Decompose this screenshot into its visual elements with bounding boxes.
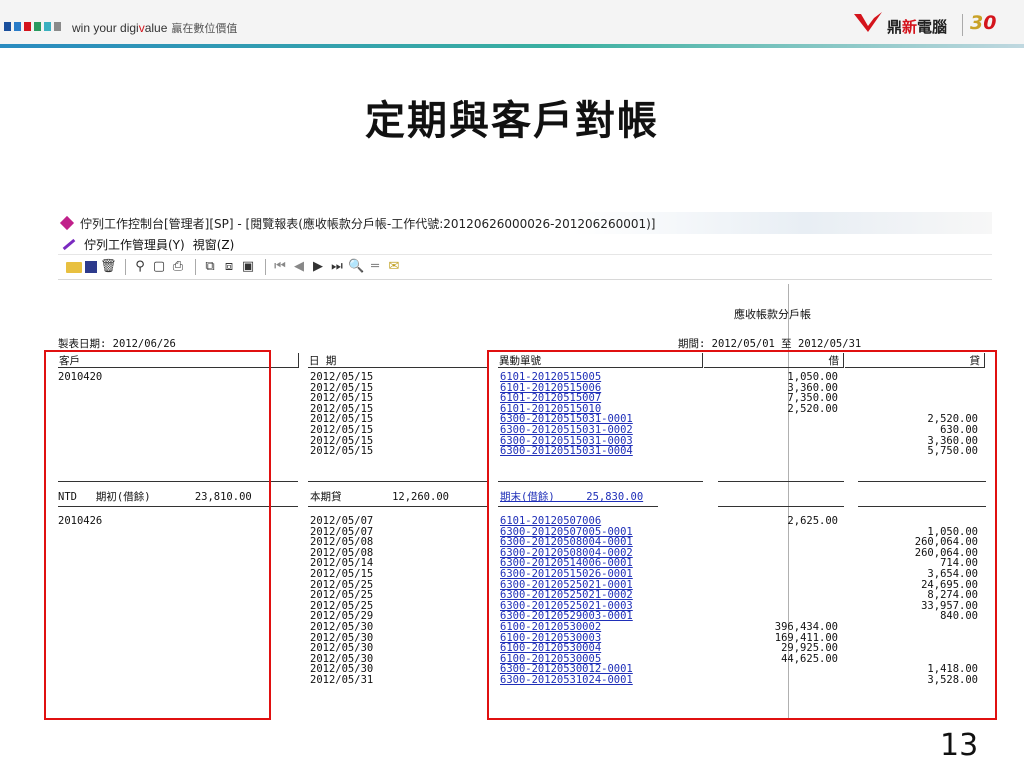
slogan: win your digivalue 贏在數位價值 bbox=[72, 20, 237, 36]
brand-square-icon bbox=[44, 22, 51, 31]
summary-line bbox=[308, 506, 488, 507]
last-page-icon[interactable]: ⏭ bbox=[329, 259, 345, 275]
toolbar: 🗑 ⚲ ▢ ⎙ ⧉ ⧈ ▣ ⏮ ◀ ▶ ⏭ 🔍 ═ ✉ bbox=[58, 255, 992, 280]
first-page-icon[interactable]: ⏮ bbox=[272, 259, 288, 275]
highlight-box-transactions bbox=[487, 350, 997, 720]
save-icon[interactable] bbox=[85, 261, 97, 273]
find-icon[interactable]: 🔍 bbox=[348, 259, 364, 275]
brand-square-icon bbox=[24, 22, 31, 31]
slogan-chinese: 贏在數位價值 bbox=[171, 23, 238, 35]
menu-bar: 佇列工作管理員(Y) 視窗(Z) bbox=[58, 234, 992, 255]
search-print-icon[interactable]: ⚲ bbox=[132, 259, 148, 275]
export-icon[interactable]: ⧉ bbox=[202, 259, 218, 275]
highlight-box-customer bbox=[44, 350, 271, 720]
slogan-prefix: win your digi bbox=[72, 21, 139, 35]
menu-window[interactable]: 視窗(Z) bbox=[193, 236, 235, 253]
copy-icon[interactable]: ⧈ bbox=[221, 259, 237, 275]
summary-line bbox=[308, 481, 488, 482]
summary-period-credit: 本期貸 12,260.00 bbox=[310, 491, 449, 503]
prev-page-icon[interactable]: ◀ bbox=[291, 259, 307, 275]
separator-icon[interactable]: ═ bbox=[367, 259, 383, 275]
brand-square-icon bbox=[14, 22, 21, 31]
settings-icon[interactable]: ▣ bbox=[240, 259, 256, 275]
report-period: 期間: 2012/05/01 至 2012/05/31 bbox=[678, 338, 862, 350]
open-folder-icon[interactable] bbox=[66, 261, 82, 273]
logo-divider bbox=[962, 14, 963, 36]
report-date: 製表日期: 2012/06/26 bbox=[58, 338, 176, 350]
toolbar-separator bbox=[265, 259, 266, 275]
anniversary-mark: 30 bbox=[970, 12, 997, 34]
banner-divider bbox=[0, 44, 1024, 48]
window-titlebar[interactable]: 佇列工作控制台[管理者][SP] - [閱覽報表(應收帳款分戶帳-工作代號:20… bbox=[58, 212, 992, 234]
group2-dates: 2012/05/07 2012/05/07 2012/05/08 2012/05… bbox=[310, 515, 374, 686]
top-banner: win your digivalue 贏在數位價值 鼎新電腦 30 bbox=[0, 0, 1024, 44]
brand-square-icon bbox=[54, 22, 61, 31]
app-icon bbox=[59, 215, 75, 231]
printer-icon[interactable]: ⎙ bbox=[170, 259, 186, 275]
delete-icon[interactable]: 🗑 bbox=[100, 259, 117, 275]
brand-square-icon bbox=[4, 22, 11, 31]
brand-square-icon bbox=[34, 22, 41, 31]
company-logo-icon bbox=[854, 12, 882, 32]
toolbar-separator bbox=[125, 259, 126, 275]
mail-icon[interactable]: ✉ bbox=[386, 259, 402, 275]
slogan-suffix: alue bbox=[144, 21, 168, 35]
menu-queue-manager[interactable]: 佇列工作管理員(Y) bbox=[84, 236, 185, 253]
print-preview-icon[interactable]: ▢ bbox=[151, 259, 167, 275]
group1-dates: 2012/05/15 2012/05/15 2012/05/15 2012/05… bbox=[310, 371, 374, 458]
pen-icon bbox=[62, 238, 76, 250]
slide-title: 定期與客戶對帳 bbox=[365, 98, 659, 144]
next-page-icon[interactable]: ▶ bbox=[310, 259, 326, 275]
page-number: 13 bbox=[940, 728, 979, 763]
window-title: 佇列工作控制台[管理者][SP] - [閱覽報表(應收帳款分戶帳-工作代號:20… bbox=[80, 216, 656, 231]
toolbar-separator bbox=[195, 259, 196, 275]
header-date: 日 期 bbox=[308, 353, 488, 368]
company-name: 鼎新電腦 bbox=[887, 18, 948, 36]
report-title: 應收帳款分戶帳 bbox=[734, 308, 811, 321]
